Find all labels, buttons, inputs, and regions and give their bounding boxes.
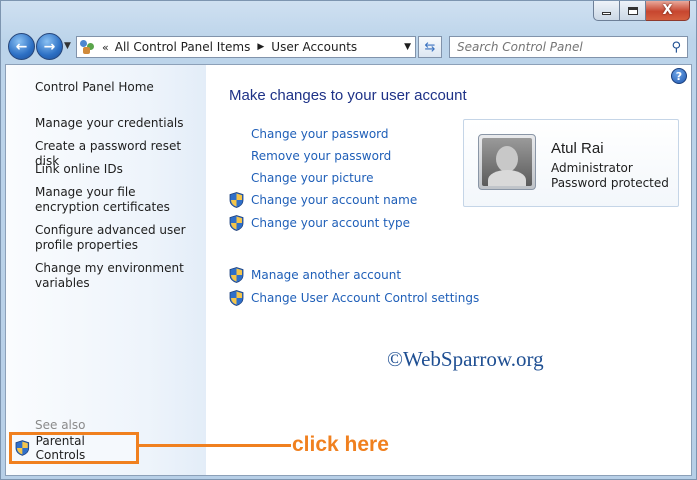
sidebar-environment-variables[interactable]: Change my environment variables xyxy=(35,261,200,291)
watermark: ©WebSparrow.org xyxy=(387,347,544,371)
see-also-heading: See also xyxy=(35,418,86,432)
refresh-button[interactable]: ⇆ xyxy=(418,36,442,58)
recent-pages-dropdown[interactable]: ▼ xyxy=(64,41,71,51)
maximize-button[interactable] xyxy=(620,1,646,21)
page-title: Make changes to your user account xyxy=(229,87,467,104)
uac-shield-icon xyxy=(229,215,244,231)
task-change-uac-settings[interactable]: Change User Account Control settings xyxy=(251,291,479,305)
minimize-button[interactable] xyxy=(593,1,620,21)
parental-controls-label: Parental Controls xyxy=(35,434,86,462)
callout-arrow-line xyxy=(139,444,291,447)
maximize-icon xyxy=(627,6,638,15)
task-change-account-type[interactable]: Change your account type xyxy=(251,216,410,230)
caption-buttons: X xyxy=(593,1,690,22)
task-sidebar: Control Panel Home Manage your credentia… xyxy=(6,65,206,475)
sidebar-manage-file-encryption[interactable]: Manage your file encryption certificates xyxy=(35,185,200,215)
task-remove-password[interactable]: Remove your password xyxy=(251,149,391,163)
user-account-card: Atul Rai Administrator Password protecte… xyxy=(463,119,679,207)
avatar xyxy=(478,134,536,190)
breadcrumb-overflow[interactable]: « xyxy=(102,41,109,54)
uac-shield-icon xyxy=(229,290,244,306)
task-change-password[interactable]: Change your password xyxy=(251,127,389,141)
task-change-account-name[interactable]: Change your account name xyxy=(251,193,417,207)
breadcrumb-user-accounts[interactable]: User Accounts xyxy=(271,40,357,54)
arrow-left-icon: ← xyxy=(15,38,28,55)
task-manage-another-account[interactable]: Manage another account xyxy=(251,268,401,282)
sidebar-control-panel-home[interactable]: Control Panel Home xyxy=(35,80,200,95)
search-box: ⚲ xyxy=(449,36,688,58)
uac-shield-icon xyxy=(229,267,244,283)
breadcrumb-separator-icon[interactable]: ▶ xyxy=(257,42,264,52)
control-panel-users-icon xyxy=(80,40,98,54)
close-icon: X xyxy=(662,3,673,18)
sidebar-manage-credentials[interactable]: Manage your credentials xyxy=(35,116,200,131)
minimize-icon xyxy=(602,12,611,15)
sidebar-link-online-ids[interactable]: Link online IDs xyxy=(35,162,200,177)
explorer-window: X ← → ▼ « All Control Panel Items ▶ User… xyxy=(0,0,697,480)
account-name: Atul Rai xyxy=(551,140,604,157)
breadcrumb-all-control-panel-items[interactable]: All Control Panel Items xyxy=(115,40,251,54)
address-bar[interactable]: « All Control Panel Items ▶ User Account… xyxy=(76,36,416,58)
search-input[interactable] xyxy=(450,40,660,54)
back-button[interactable]: ← xyxy=(8,33,35,60)
account-role: Administrator xyxy=(551,161,633,175)
uac-shield-icon xyxy=(15,440,30,456)
account-status: Password protected xyxy=(551,176,669,190)
navigation-bar: ← → ▼ « All Control Panel Items ▶ User A… xyxy=(1,30,696,62)
close-button[interactable]: X xyxy=(646,1,690,21)
help-button[interactable]: ? xyxy=(671,68,687,84)
callout-annotation: click here xyxy=(292,433,389,456)
uac-shield-icon xyxy=(229,192,244,208)
arrow-right-icon: → xyxy=(43,38,56,55)
forward-button[interactable]: → xyxy=(36,33,63,60)
sidebar-advanced-profile-properties[interactable]: Configure advanced user profile properti… xyxy=(35,223,200,253)
address-dropdown-icon[interactable]: ▼ xyxy=(404,42,411,52)
task-change-picture[interactable]: Change your picture xyxy=(251,171,373,185)
content-pane: Control Panel Home Manage your credentia… xyxy=(5,64,692,476)
parental-controls-link[interactable]: Parental Controls xyxy=(9,432,139,464)
help-icon: ? xyxy=(675,69,683,83)
refresh-icon: ⇆ xyxy=(424,39,436,55)
search-icon[interactable]: ⚲ xyxy=(671,40,681,55)
